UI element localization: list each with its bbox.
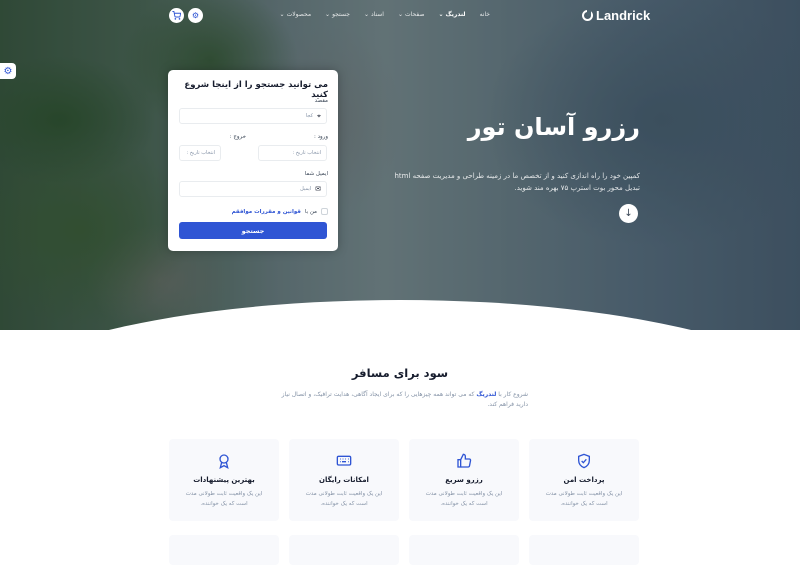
logo-icon <box>582 10 593 21</box>
checkin-label: ورود : <box>313 134 328 140</box>
nav-item-landrick[interactable]: لندریگ ⌄ <box>439 11 466 18</box>
cart-icon <box>172 11 181 20</box>
feature-card-next <box>289 535 399 565</box>
arrow-down-icon: ↓ <box>624 208 633 219</box>
feature-title: پرداخت امن <box>563 476 605 484</box>
nav-item-pages[interactable]: صفحات ⌄ <box>398 11 425 18</box>
gear-icon: ⚙ <box>3 65 13 77</box>
chevron-down-icon: ⌄ <box>363 11 369 18</box>
nav-item-label: لندریگ <box>445 11 466 18</box>
award-icon <box>214 451 234 471</box>
hero-overlay <box>0 0 800 330</box>
scroll-down-button[interactable]: ↓ <box>619 204 638 223</box>
theme-settings-button[interactable]: ⚙ <box>0 63 16 79</box>
nav-item-label: صفحات <box>405 11 425 18</box>
checkin-placeholder: انتخاب تاریخ : <box>292 150 321 156</box>
section-subtitle: شروع کار با لندریگ که می تواند همه چیزها… <box>280 390 528 410</box>
map-pin-icon: ⌖ <box>317 111 321 120</box>
destination-label: مقصد <box>314 98 328 104</box>
destination-placeholder: کجا <box>305 113 314 119</box>
email-label: ایمیل شما <box>304 171 328 177</box>
feature-card: بهترین پیشنهادات این یک واقعیت ثابت طولا… <box>169 439 279 521</box>
feature-card-next <box>169 535 279 565</box>
nav-item-search[interactable]: جستجو ⌄ <box>325 11 350 18</box>
shield-check-icon <box>574 451 594 471</box>
cart-button[interactable] <box>169 8 184 23</box>
feature-card-next <box>409 535 519 565</box>
checkout-label: خروج : <box>229 134 246 140</box>
feature-title: امکانات رایگان <box>319 476 369 484</box>
nav-item-label: محصولات <box>286 11 312 18</box>
logo[interactable]: Landrick <box>582 8 650 23</box>
feature-description: این یک واقعیت ثابت طولانی مدت است که یک … <box>545 491 623 507</box>
nav-item-label: جستجو <box>332 11 350 18</box>
feature-card: پرداخت امن این یک واقعیت ثابت طولانی مدت… <box>529 439 639 521</box>
chevron-down-icon: ⌄ <box>438 11 444 18</box>
settings-button[interactable]: ⚙ <box>188 8 203 23</box>
chevron-down-icon: ⌄ <box>397 11 404 18</box>
feature-description: این یک واقعیت ثابت طولانی مدت است که یک … <box>185 491 263 507</box>
destination-input[interactable]: ⌖ کجا <box>179 108 327 124</box>
feature-card: امکانات رایگان این یک واقعیت ثابت طولانی… <box>289 439 399 521</box>
feature-title: رزرو سریع <box>445 476 483 484</box>
section-title: سود برای مسافر <box>351 366 449 380</box>
feature-card-next <box>529 535 639 565</box>
subtitle-brand: لندریگ <box>476 391 497 398</box>
settings-icon: ⚙ <box>191 11 200 20</box>
terms-checkbox[interactable] <box>321 208 328 215</box>
feature-card: رزرو سریع این یک واقعیت ثابت طولانی مدت … <box>409 439 519 521</box>
checkin-date-input[interactable]: انتخاب تاریخ : <box>258 145 327 161</box>
nav-item-label: اسناد <box>370 11 384 18</box>
chevron-down-icon: ⌄ <box>325 11 331 18</box>
checkout-date-input[interactable]: انتخاب تاریخ : <box>179 145 221 161</box>
nav-item-docs[interactable]: اسناد ⌄ <box>364 11 384 18</box>
email-input[interactable]: ✉ ایمیل <box>179 181 327 197</box>
nav-item-label: خانه <box>479 11 490 18</box>
terms-prefix: من با <box>304 208 317 215</box>
hero-description: کمپین خود را راه اندازی کنید و از تخصص م… <box>394 172 640 192</box>
feature-description: این یک واقعیت ثابت طولانی مدت است که یک … <box>425 491 503 507</box>
main-menu: خانه لندریگ ⌄ صفحات ⌄ اسناد ⌄ جستجو ⌄ محصولا… <box>280 11 490 18</box>
mail-icon: ✉ <box>315 185 321 193</box>
terms-row: من با قوانین و مقررات موافقم <box>232 208 328 215</box>
search-card-heading: می توانید جستجو را از اینجا شروع کنید <box>184 80 328 100</box>
logo-text: Landrick <box>596 8 651 23</box>
checkout-placeholder: انتخاب تاریخ : <box>186 150 215 156</box>
chevron-down-icon: ⌄ <box>279 11 285 18</box>
feature-description: این یک واقعیت ثابت طولانی مدت است که یک … <box>305 491 383 507</box>
hero-title: رزرو آسان تور <box>467 113 640 141</box>
subtitle-prefix: شروع کار با <box>498 391 528 398</box>
keyboard-icon <box>334 451 354 471</box>
search-card: می توانید جستجو را از اینجا شروع کنید مق… <box>168 70 338 251</box>
hero-section <box>0 0 800 330</box>
email-placeholder: ایمیل <box>300 186 312 192</box>
nav-item-products[interactable]: محصولات ⌄ <box>280 11 312 18</box>
thumbs-up-icon <box>454 451 474 471</box>
feature-title: بهترین پیشنهادات <box>193 476 255 484</box>
terms-link[interactable]: قوانین و مقررات موافقم <box>232 209 301 215</box>
search-submit-button[interactable]: جستجو <box>179 222 327 239</box>
nav-item-home[interactable]: خانه <box>480 11 490 18</box>
navbar: Landrick خانه لندریگ ⌄ صفحات ⌄ اسناد ⌄ جستج… <box>0 0 800 32</box>
